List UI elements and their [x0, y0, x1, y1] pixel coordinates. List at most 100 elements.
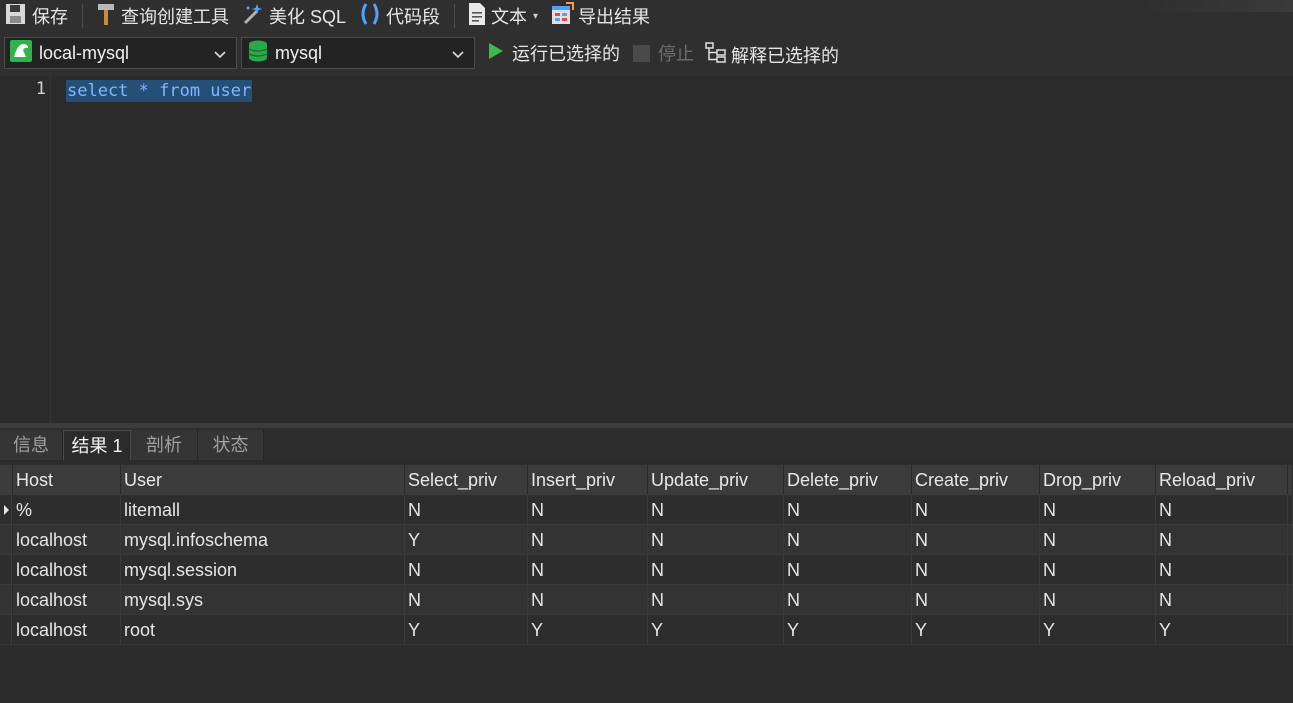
column-header-drop-priv[interactable]: Drop_priv: [1040, 465, 1156, 495]
toolbar-separator: [454, 4, 456, 28]
tab-profile[interactable]: 剖析: [131, 430, 198, 460]
selected-sql-text[interactable]: select * from user: [66, 80, 253, 102]
cell-delete-priv[interactable]: Y: [784, 615, 912, 645]
cell-user[interactable]: mysql.session: [121, 555, 405, 585]
table-row[interactable]: localhost mysql.infoschema Y N N N N N N: [0, 525, 1293, 555]
cell-host[interactable]: localhost: [13, 525, 121, 555]
connection-select[interactable]: local-mysql: [4, 37, 237, 69]
magic-wand-icon: [241, 2, 265, 31]
cell-create-priv[interactable]: Y: [912, 615, 1040, 645]
tab-result-1[interactable]: 结果 1: [63, 430, 131, 460]
chevron-down-icon: [451, 46, 465, 67]
tab-status[interactable]: 状态: [198, 430, 264, 460]
cell-drop-priv[interactable]: N: [1040, 585, 1156, 615]
sql-editor[interactable]: 1 select * from user: [0, 76, 1293, 423]
cell-reload-priv[interactable]: N: [1156, 555, 1288, 585]
cell-create-priv[interactable]: N: [912, 525, 1040, 555]
save-button[interactable]: 保存: [2, 0, 70, 32]
cell-user[interactable]: mysql.infoschema: [121, 525, 405, 555]
parentheses-icon: [358, 2, 382, 31]
line-number: 1: [35, 79, 46, 99]
cell-update-priv[interactable]: N: [648, 585, 784, 615]
cell-drop-priv[interactable]: N: [1040, 525, 1156, 555]
row-indicator: [0, 555, 12, 585]
cell-host[interactable]: localhost: [13, 585, 121, 615]
row-indicator: [0, 525, 12, 555]
cell-overflow: [1288, 525, 1293, 555]
cell-select-priv[interactable]: N: [405, 585, 528, 615]
explain-selected-label: 解释已选择的: [731, 45, 839, 66]
query-builder-button[interactable]: 查询创建工具: [93, 0, 231, 32]
cell-delete-priv[interactable]: N: [784, 585, 912, 615]
column-header-user[interactable]: User: [121, 465, 405, 495]
database-select[interactable]: mysql: [241, 37, 475, 69]
code-snippet-button[interactable]: 代码段: [356, 0, 442, 32]
mysql-connection-icon: [9, 39, 33, 68]
tab-info[interactable]: 信息: [0, 430, 63, 460]
column-header-host[interactable]: Host: [13, 465, 121, 495]
run-selected-button[interactable]: 运行已选择的: [487, 40, 620, 66]
run-selected-label: 运行已选择的: [512, 44, 620, 64]
cell-host[interactable]: localhost: [13, 555, 121, 585]
cell-host[interactable]: %: [13, 495, 121, 525]
cell-reload-priv[interactable]: N: [1156, 495, 1288, 525]
grid-corner: [0, 465, 13, 495]
export-results-button[interactable]: 导出结果: [548, 0, 652, 32]
cell-delete-priv[interactable]: N: [784, 495, 912, 525]
cell-user[interactable]: litemall: [121, 495, 405, 525]
column-header-update-priv[interactable]: Update_priv: [648, 465, 784, 495]
cell-select-priv[interactable]: Y: [405, 615, 528, 645]
connection-value: local-mysql: [39, 42, 130, 63]
cell-insert-priv[interactable]: Y: [528, 615, 648, 645]
cell-overflow: [1288, 615, 1293, 645]
text-button[interactable]: 文本 ▾: [465, 0, 540, 32]
cell-update-priv[interactable]: N: [648, 555, 784, 585]
cell-drop-priv[interactable]: N: [1040, 495, 1156, 525]
cell-reload-priv[interactable]: N: [1156, 525, 1288, 555]
cell-select-priv[interactable]: N: [405, 495, 528, 525]
cell-delete-priv[interactable]: N: [784, 525, 912, 555]
connection-toolbar: local-mysql mysql 运行已选择的 停止 解释已选择的: [0, 32, 1293, 76]
column-header-insert-priv[interactable]: Insert_priv: [528, 465, 648, 495]
column-header-delete-priv[interactable]: Delete_priv: [784, 465, 912, 495]
chevron-down-icon: [213, 46, 227, 67]
cell-insert-priv[interactable]: N: [528, 525, 648, 555]
stop-button[interactable]: 停止: [633, 40, 694, 66]
cell-insert-priv[interactable]: N: [528, 555, 648, 585]
beautify-sql-label: 美化 SQL: [269, 7, 347, 27]
cell-reload-priv[interactable]: Y: [1156, 615, 1288, 645]
cell-update-priv[interactable]: N: [648, 525, 784, 555]
table-row[interactable]: % litemall N N N N N N N: [0, 495, 1293, 525]
cell-overflow: [1288, 495, 1293, 525]
column-header-reload-priv[interactable]: Reload_priv: [1156, 465, 1288, 495]
cell-update-priv[interactable]: N: [648, 495, 784, 525]
cell-create-priv[interactable]: N: [912, 585, 1040, 615]
cell-select-priv[interactable]: Y: [405, 525, 528, 555]
row-indicator: [0, 615, 12, 645]
table-row[interactable]: localhost root Y Y Y Y Y Y Y: [0, 615, 1293, 645]
cell-update-priv[interactable]: Y: [648, 615, 784, 645]
main-toolbar: 保存 查询创建工具 美化 SQL 代码段 文本 ▾ 导出结果: [0, 0, 1293, 32]
cell-drop-priv[interactable]: Y: [1040, 615, 1156, 645]
cell-insert-priv[interactable]: N: [528, 585, 648, 615]
cell-reload-priv[interactable]: N: [1156, 585, 1288, 615]
column-header-select-priv[interactable]: Select_priv: [405, 465, 528, 495]
explain-selected-button[interactable]: 解释已选择的: [704, 40, 839, 69]
table-row[interactable]: localhost mysql.session N N N N N N N: [0, 555, 1293, 585]
cell-user[interactable]: mysql.sys: [121, 585, 405, 615]
table-row[interactable]: localhost mysql.sys N N N N N N N: [0, 585, 1293, 615]
cell-create-priv[interactable]: N: [912, 555, 1040, 585]
cell-user[interactable]: root: [121, 615, 405, 645]
column-header-create-priv[interactable]: Create_priv: [912, 465, 1040, 495]
hammer-icon: [95, 2, 117, 31]
cell-drop-priv[interactable]: N: [1040, 555, 1156, 585]
cell-create-priv[interactable]: N: [912, 495, 1040, 525]
cell-insert-priv[interactable]: N: [528, 495, 648, 525]
cell-delete-priv[interactable]: N: [784, 555, 912, 585]
cell-select-priv[interactable]: N: [405, 555, 528, 585]
text-label: 文本: [491, 7, 528, 27]
beautify-sql-button[interactable]: 美化 SQL: [239, 0, 348, 32]
stop-icon: [633, 44, 650, 62]
cell-host[interactable]: localhost: [13, 615, 121, 645]
play-icon: [487, 41, 505, 66]
